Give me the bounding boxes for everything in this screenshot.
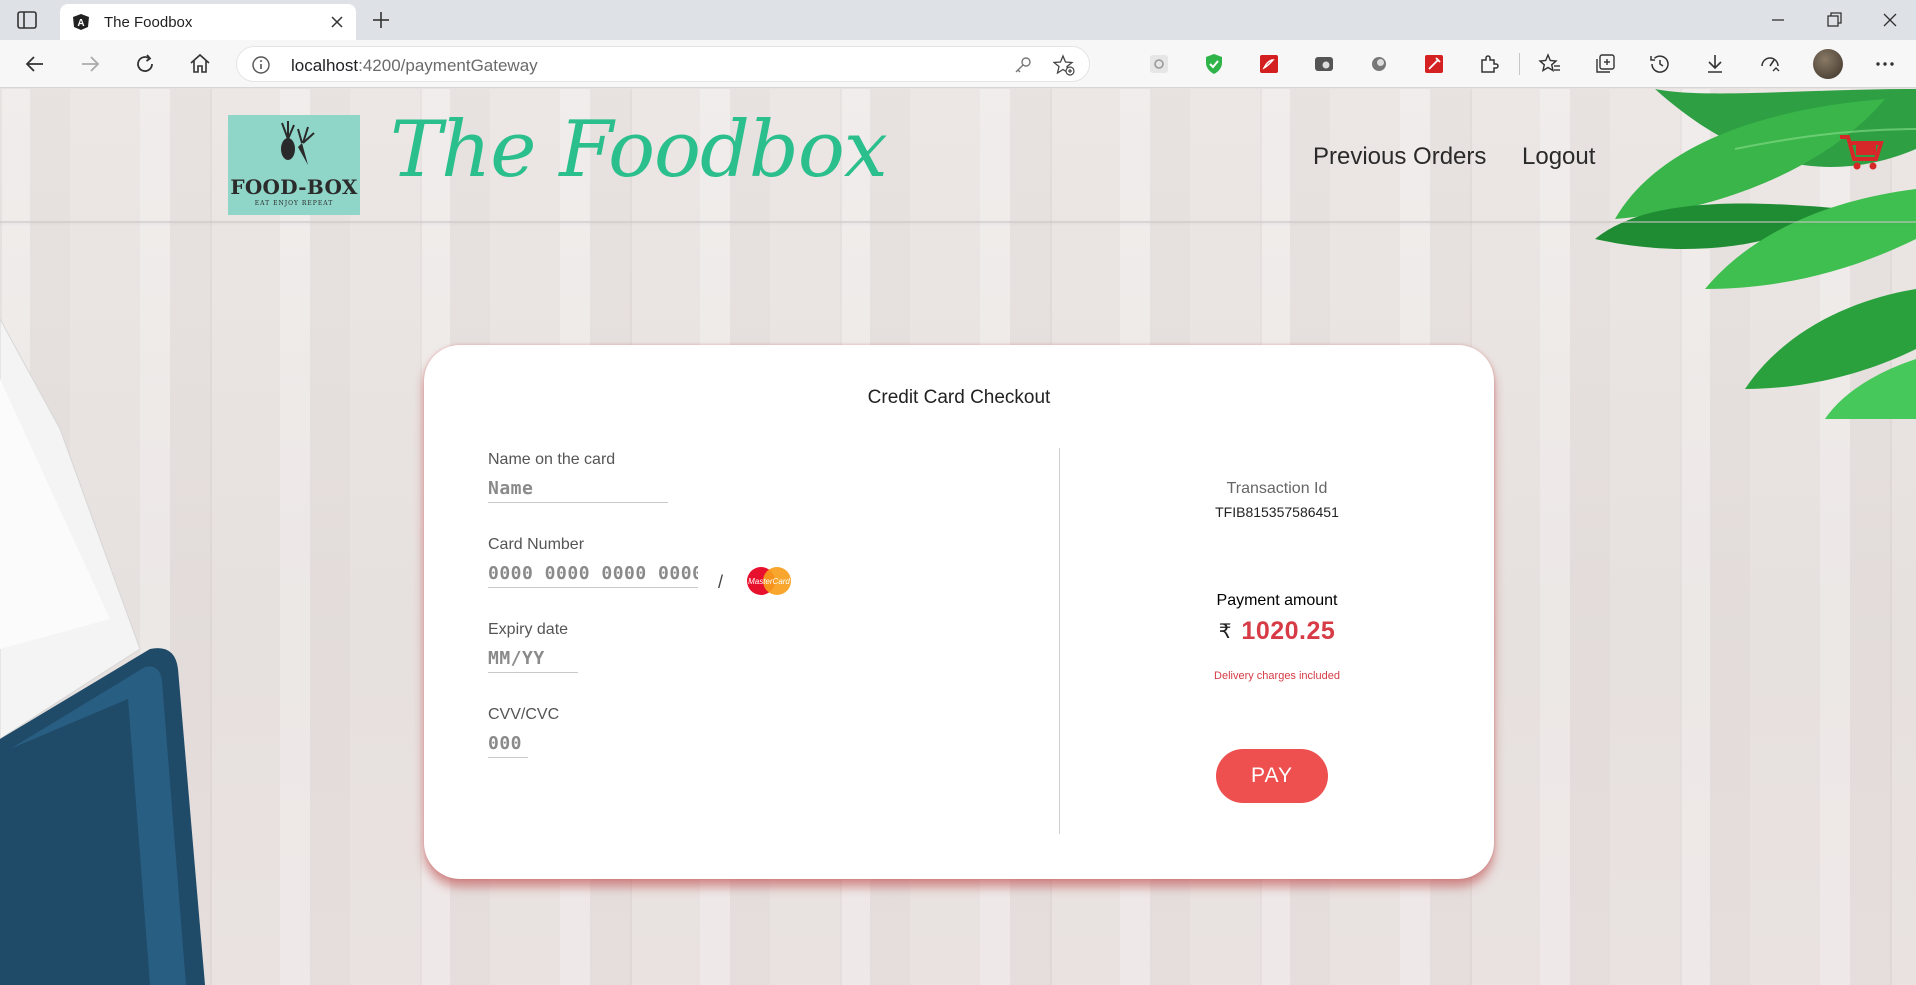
name-label: Name on the card [488, 451, 616, 468]
payment-label: Payment amount [1216, 592, 1338, 609]
capture-icon[interactable] [1312, 52, 1336, 76]
logo-text: FOOD-BOX [230, 175, 358, 199]
close-icon[interactable] [328, 13, 346, 31]
cvv-label: CVV/CVC [488, 706, 560, 723]
home-icon[interactable] [188, 52, 212, 76]
url-path: :4200/paymentGateway [358, 56, 538, 75]
card-number-input[interactable] [488, 560, 698, 588]
extensions-puzzle-icon[interactable] [1477, 52, 1501, 76]
pay-button[interactable]: PAY [1216, 749, 1328, 803]
amount-value: 1020.25 [1241, 617, 1336, 645]
card-slash: / [718, 572, 724, 592]
refresh-icon[interactable] [133, 52, 157, 76]
angular-icon: A [73, 14, 89, 30]
mastercard-icon: MasterCard [747, 567, 791, 595]
browser-tab[interactable]: A The Foodbox [60, 4, 356, 40]
address-bar[interactable]: localhost:4200/paymentGateway [236, 46, 1090, 82]
vegetable-icon [281, 121, 315, 165]
performance-icon[interactable] [1758, 52, 1782, 76]
download-icon[interactable] [1703, 52, 1727, 76]
forward-icon[interactable] [78, 52, 102, 76]
restore-icon[interactable] [1822, 8, 1846, 32]
pdf-icon[interactable] [1257, 52, 1281, 76]
url-host: localhost [291, 56, 359, 75]
checkout-card: Credit Card Checkout Name on the card Ca… [424, 345, 1494, 879]
card-title: Credit Card Checkout [867, 387, 1051, 408]
key-icon[interactable] [1013, 55, 1033, 75]
favorites-icon[interactable] [1538, 52, 1562, 76]
shield-icon[interactable] [1202, 52, 1226, 76]
extension-gear-icon[interactable] [1147, 52, 1171, 76]
add-favorite-icon[interactable] [1053, 54, 1075, 76]
toolbar-separator [1519, 53, 1520, 75]
rupee-icon: ₹ [1218, 621, 1232, 643]
card-number-label: Card Number [488, 536, 585, 553]
tab-title: The Foodbox [104, 14, 193, 31]
url-text: localhost:4200/paymentGateway [291, 56, 538, 76]
transaction-label: Transaction Id [1226, 480, 1328, 497]
svg-text:A: A [77, 18, 84, 29]
history-icon[interactable] [1648, 52, 1672, 76]
expiry-label: Expiry date [488, 621, 569, 638]
collections-icon[interactable] [1593, 52, 1617, 76]
circle-extension-icon[interactable] [1367, 52, 1391, 76]
delivery-note: Delivery charges included [1214, 670, 1340, 682]
minimize-icon[interactable] [1766, 8, 1790, 32]
name-input[interactable] [488, 475, 668, 503]
page-background: FOOD-BOX EAT ENJOY REPEAT The Foodbox Pr… [0, 89, 1916, 985]
transaction-id: TFIB815357586451 [1215, 504, 1339, 520]
mastercard-text: MasterCard [748, 577, 790, 586]
nav-logout[interactable]: Logout [1522, 143, 1595, 171]
back-icon[interactable] [23, 52, 47, 76]
more-menu-icon[interactable] [1873, 52, 1897, 76]
expiry-input[interactable] [488, 645, 578, 673]
cart-icon[interactable] [1838, 131, 1884, 171]
info-icon[interactable] [251, 55, 271, 75]
brand-title: The Foodbox [390, 105, 888, 195]
header-divider [0, 221, 1916, 223]
logo[interactable]: FOOD-BOX EAT ENJOY REPEAT [228, 115, 360, 215]
knife-decoration [0, 319, 205, 985]
new-tab-icon[interactable] [370, 9, 392, 31]
profile-avatar[interactable] [1813, 49, 1843, 79]
tab-actions-icon[interactable] [16, 9, 38, 31]
logo-tagline: EAT ENJOY REPEAT [254, 200, 334, 207]
cvv-input[interactable] [488, 730, 528, 758]
payment-amount: ₹1020.25 [1060, 617, 1494, 646]
transaction-block: Transaction Id TFIB815357586451 [1060, 480, 1494, 520]
browser-toolbar: localhost:4200/paymentGateway [0, 40, 1916, 88]
pen-extension-icon[interactable] [1422, 52, 1446, 76]
browser-tab-bar: A The Foodbox [0, 0, 1916, 40]
window-close-icon[interactable] [1878, 8, 1902, 32]
nav-previous-orders[interactable]: Previous Orders [1313, 143, 1486, 171]
